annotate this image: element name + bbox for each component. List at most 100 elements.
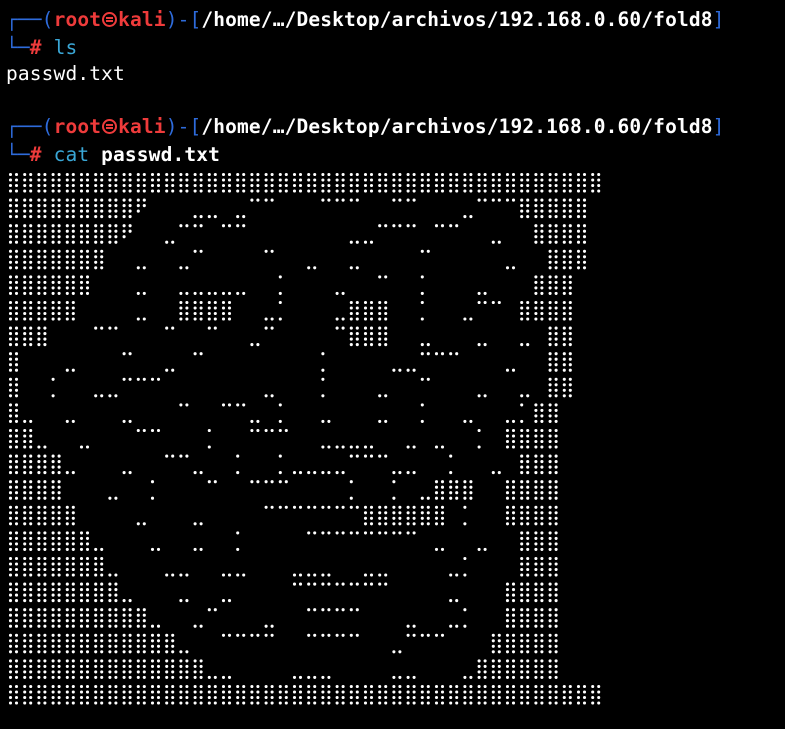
art-dot (37, 306, 41, 310)
art-dot (65, 639, 69, 643)
art-dot (150, 183, 155, 188)
art-dot (94, 573, 98, 577)
art-dot (114, 684, 118, 689)
art-dot (540, 496, 544, 500)
art-dot (94, 633, 98, 637)
art-dot (582, 189, 587, 193)
art-dot (562, 280, 566, 284)
art-dot (307, 675, 311, 679)
art-dot (520, 306, 524, 310)
art-dot (29, 286, 33, 290)
art-dot (14, 573, 19, 577)
art-dot (548, 439, 552, 444)
art-dot (14, 388, 19, 392)
art-dot (94, 684, 98, 689)
art-dot (199, 172, 203, 177)
art-dot (185, 224, 189, 228)
art-dot (43, 496, 47, 500)
art-dot (554, 189, 558, 193)
art-dot (576, 255, 581, 259)
art-dot (43, 633, 47, 637)
art-dot (43, 491, 47, 495)
art-dot (8, 562, 13, 566)
art-dot (554, 531, 558, 535)
art-dot (355, 178, 359, 182)
art-dot (79, 275, 84, 279)
art-dot (534, 419, 538, 423)
art-dot (51, 480, 55, 484)
art-dot (221, 684, 226, 689)
art-dot (511, 684, 516, 689)
art-dot (526, 593, 530, 597)
art-dot (520, 562, 524, 566)
art-dot (79, 209, 84, 213)
art-dot (23, 670, 27, 674)
art-dot (29, 633, 33, 637)
art-dot (85, 593, 90, 597)
art-dot (554, 547, 558, 551)
art-dot (185, 454, 189, 458)
art-dot (100, 588, 104, 592)
art-dot (576, 224, 581, 228)
art-dot (440, 480, 445, 484)
art-dot (23, 215, 27, 219)
art-dot (505, 480, 510, 484)
art-dot (156, 650, 161, 654)
art-dot (505, 593, 510, 597)
art-dot (548, 266, 552, 270)
art-dot (270, 695, 274, 700)
art-dot (23, 255, 27, 259)
art-dot (250, 480, 254, 484)
art-dot (449, 454, 453, 458)
art-dot (491, 240, 495, 244)
art-dot (548, 664, 552, 668)
art-dot (207, 291, 211, 295)
art-dot (548, 172, 552, 177)
art-dot (568, 260, 572, 264)
art-dot (562, 275, 566, 279)
art-dot (540, 480, 544, 484)
art-dot (363, 690, 368, 694)
art-dot (534, 505, 538, 509)
art-dot (420, 403, 424, 407)
art-dot (526, 567, 530, 572)
art-dot (284, 505, 288, 509)
art-dot (179, 266, 183, 270)
art-dot (520, 613, 524, 617)
art-dot (412, 224, 416, 228)
art-dot (136, 650, 140, 654)
art-dot (29, 445, 33, 449)
art-dot (43, 480, 47, 484)
art-dot (469, 690, 473, 694)
art-dot (242, 172, 246, 177)
art-dot (369, 684, 374, 689)
art-dot (51, 460, 55, 464)
art-dot (582, 240, 587, 244)
art-dot (554, 178, 558, 182)
art-dot (108, 183, 112, 188)
art-dot (576, 249, 581, 253)
art-dot (57, 209, 61, 213)
art-dot (554, 505, 558, 509)
art-dot (227, 573, 232, 577)
art-dot (142, 317, 146, 321)
art-dot (100, 266, 104, 270)
art-dot (100, 613, 104, 617)
art-dot (136, 377, 140, 381)
art-dot (85, 249, 90, 253)
art-dot (128, 675, 132, 679)
art-dot (562, 701, 566, 705)
art-dot (51, 240, 55, 244)
art-dot (51, 599, 55, 603)
art-dot (341, 291, 345, 295)
art-dot (165, 454, 169, 458)
art-dot (384, 573, 388, 577)
art-dot (412, 522, 416, 526)
art-dot (100, 639, 104, 643)
art-dot (57, 240, 61, 244)
art-dot (313, 178, 317, 182)
art-dot (179, 306, 183, 310)
art-dot (65, 224, 69, 228)
art-dot (185, 701, 189, 705)
terminal-window[interactable]: ┌──(root kali)-[/home/…/Desktop/archivos/… (0, 0, 785, 729)
